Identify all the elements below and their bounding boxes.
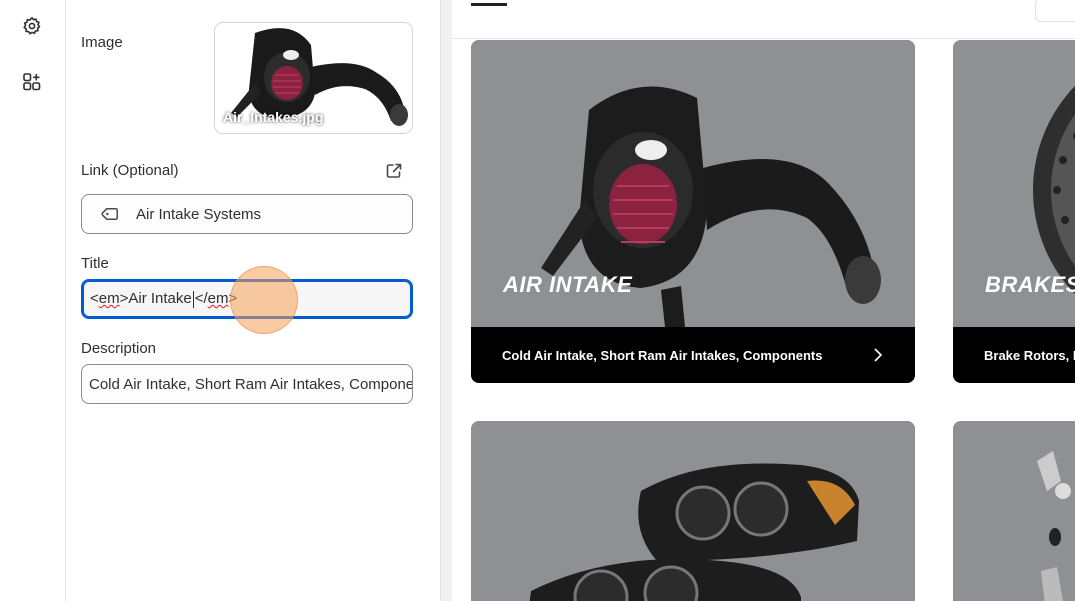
- description-label: Description: [81, 340, 157, 357]
- collection-card[interactable]: AIR INTAKE Cold Air Intake, Short Ram Ai…: [471, 40, 915, 383]
- text-caret: [192, 290, 194, 308]
- image-thumbnail[interactable]: Air_Intakes.jpg: [214, 22, 413, 134]
- collection-card[interactable]: [471, 421, 915, 601]
- link-field[interactable]: Air Intake Systems: [81, 194, 413, 234]
- card-link-bar[interactable]: Brake Rotors, P: [953, 327, 1075, 383]
- description-input-value: Cold Air Intake, Short Ram Air Intakes, …: [89, 375, 413, 393]
- card-subtitle: Brake Rotors, P: [984, 347, 1075, 363]
- tag-icon: [100, 204, 120, 224]
- preview-header: [452, 0, 1075, 39]
- block-settings-panel: Image Air_Intakes.jpg Link (Optional) Ai…: [66, 0, 441, 601]
- image-setting: Image Air_Intakes.jpg: [81, 22, 413, 134]
- menu-icon[interactable]: [471, 3, 507, 6]
- title-input[interactable]: <em>Air Intake </em>: [81, 279, 413, 319]
- image-label: Image: [81, 34, 123, 51]
- link-field-value: Air Intake Systems: [136, 205, 262, 223]
- external-link-icon[interactable]: [384, 161, 404, 181]
- storefront-preview: AIR INTAKE Cold Air Intake, Short Ram Ai…: [452, 0, 1075, 601]
- suspension-parts-image: [953, 421, 1075, 601]
- link-label: Link (Optional): [81, 162, 179, 179]
- description-input[interactable]: Cold Air Intake, Short Ram Air Intakes, …: [81, 364, 413, 404]
- headlights-image: [471, 421, 915, 601]
- title-input-text: <em>Air Intake </em>: [90, 290, 238, 308]
- apps-add-icon[interactable]: [20, 70, 44, 94]
- title-label: Title: [81, 255, 109, 272]
- card-subtitle: Cold Air Intake, Short Ram Air Intakes, …: [502, 347, 823, 363]
- card-link-bar[interactable]: Cold Air Intake, Short Ram Air Intakes, …: [471, 327, 915, 383]
- image-filename: Air_Intakes.jpg: [223, 109, 324, 125]
- chevron-right-icon: [874, 348, 883, 362]
- app-rail: [0, 0, 66, 601]
- collection-card[interactable]: [953, 421, 1075, 601]
- card-title: BRAKES: [985, 272, 1075, 297]
- card-title: AIR INTAKE: [503, 272, 633, 297]
- header-button[interactable]: [1035, 0, 1075, 22]
- collection-card[interactable]: BRAKES Brake Rotors, P: [953, 40, 1075, 383]
- gear-icon[interactable]: [20, 14, 44, 38]
